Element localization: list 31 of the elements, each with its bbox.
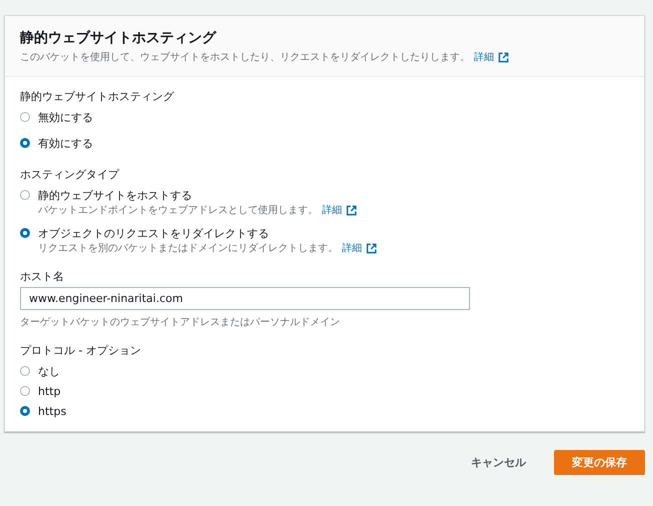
option-label[interactable]: http [38, 384, 61, 398]
details-link[interactable]: 詳細 [342, 241, 362, 255]
external-link-icon [498, 52, 509, 62]
details-link[interactable]: 詳細 [322, 203, 342, 217]
option-label[interactable]: 無効にする [38, 110, 93, 124]
details-link[interactable]: 詳細 [474, 50, 494, 64]
radio-button[interactable] [20, 386, 30, 396]
radio-button[interactable] [20, 138, 30, 148]
option-label[interactable]: なし [38, 364, 60, 378]
option-description: リクエストを別のバケットまたはドメインにリダイレクトします。 [38, 242, 338, 255]
option-description: バケットエンドポイントをウェブアドレスとして使用します。 [38, 204, 318, 217]
section-description: このバケットを使用して、ウェブサイトをホストしたり、リクエストをリダイレクトしたりします。 [20, 50, 470, 64]
option-label[interactable]: https [38, 404, 66, 418]
option-label[interactable]: オブジェクトのリクエストをリダイレクトする [38, 226, 269, 240]
field-label: ホスト名 [20, 269, 65, 285]
field-hint: ターゲットバケットのウェブサイトアドレスまたはパーソナルドメイン [20, 316, 341, 329]
option-label[interactable]: 有効にする [38, 136, 93, 150]
cancel-button[interactable]: キャンセル [467, 449, 530, 476]
external-link-icon [346, 204, 357, 216]
section-title: 静的ウェブサイトホスティング [20, 29, 218, 48]
group-label: 静的ウェブサイトホスティング [20, 89, 176, 105]
radio-button[interactable] [20, 406, 30, 416]
group-label: プロトコル - オプション [20, 343, 142, 359]
group-label: ホスティングタイプ [20, 167, 120, 183]
radio-button[interactable] [20, 366, 30, 376]
host-name-field[interactable]: www.engineer-ninaritai.com [20, 287, 470, 310]
option-label[interactable]: 静的ウェブサイトをホストする [38, 188, 192, 202]
external-link-icon [366, 242, 377, 254]
radio-button[interactable] [20, 228, 30, 238]
radio-button[interactable] [20, 190, 30, 200]
radio-button[interactable] [20, 112, 30, 122]
